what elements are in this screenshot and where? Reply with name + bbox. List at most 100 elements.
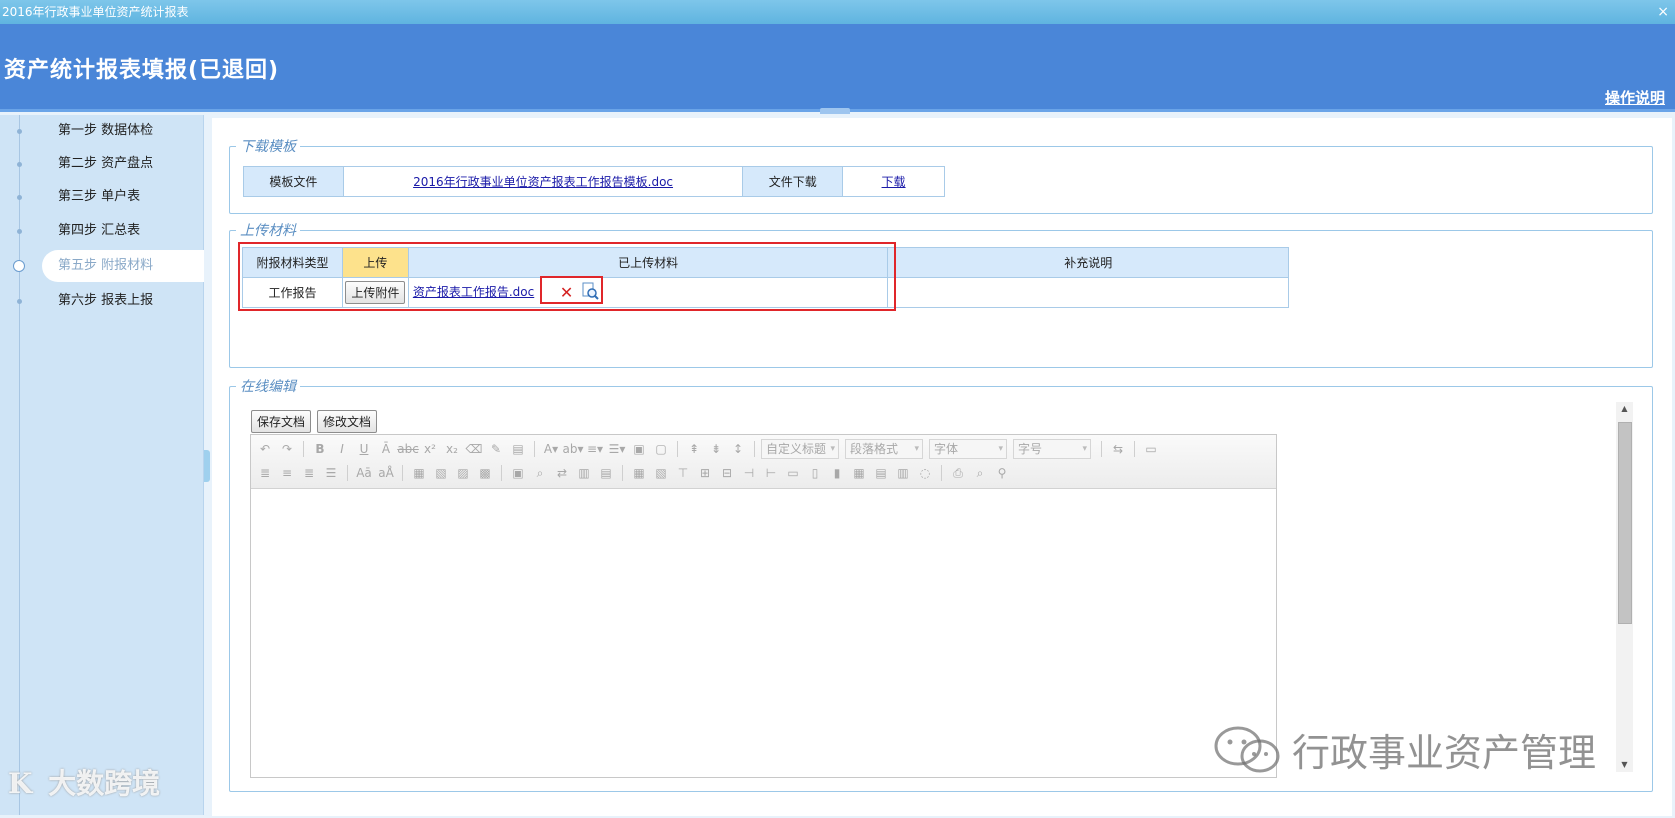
- remove-format-icon[interactable]: ⌫: [464, 439, 484, 459]
- subscript-icon[interactable]: x₂: [442, 439, 462, 459]
- unordered-list-icon[interactable]: ☰▾: [607, 439, 627, 459]
- italic-icon[interactable]: I: [332, 439, 352, 459]
- template-file-label: 模板文件: [243, 166, 344, 197]
- font-border-icon[interactable]: Ā: [376, 439, 396, 459]
- highlight-color-icon[interactable]: ab▾: [563, 439, 584, 459]
- image-center-icon[interactable]: ▩: [475, 463, 495, 483]
- superscript-icon[interactable]: x²: [420, 439, 440, 459]
- align-justify-icon[interactable]: ☰: [321, 463, 341, 483]
- scroll-down-icon[interactable]: ▼: [1616, 758, 1633, 772]
- delete-table-icon[interactable]: ▧: [651, 463, 671, 483]
- font-family-select[interactable]: 字体: [929, 439, 1007, 459]
- step-label: 第二步 资产盘点: [58, 156, 154, 171]
- step-dot-icon: [17, 229, 22, 234]
- account-name: 行政事业资产管理: [1292, 731, 1597, 775]
- direction-icon[interactable]: ⇆: [1108, 439, 1128, 459]
- image-right-icon[interactable]: ▨: [453, 463, 473, 483]
- redo-icon[interactable]: ↷: [277, 439, 297, 459]
- sidebar-step-2[interactable]: 第二步 资产盘点: [0, 148, 204, 180]
- merge-down-icon[interactable]: ▮: [827, 463, 847, 483]
- header-collapse-handle[interactable]: [820, 108, 850, 114]
- brand-watermark: K 大数跨境: [8, 762, 160, 802]
- merge-right-icon[interactable]: ▯: [805, 463, 825, 483]
- strikethrough-icon[interactable]: abc: [397, 439, 419, 459]
- sidebar-step-3[interactable]: 第三步 单户表: [0, 181, 204, 213]
- font-size-select[interactable]: 字号: [1013, 439, 1091, 459]
- step-label: 第五步 附报材料: [58, 258, 154, 273]
- help-link[interactable]: 操作说明: [1605, 87, 1665, 108]
- step-label: 第四步 汇总表: [58, 223, 141, 238]
- brand-mark-logo: K: [8, 767, 33, 800]
- step-dot-icon: [17, 162, 22, 167]
- custom-heading-select[interactable]: 自定义标题: [761, 439, 839, 459]
- link-icon[interactable]: ⇄: [552, 463, 572, 483]
- insert-para-before-table-icon[interactable]: ⊤: [673, 463, 693, 483]
- select-all-icon[interactable]: ▣: [629, 439, 649, 459]
- split-cols-icon[interactable]: ▥: [893, 463, 913, 483]
- save-document-button[interactable]: 保存文档: [251, 410, 312, 433]
- find-replace-icon[interactable]: ⚲: [992, 463, 1012, 483]
- preview-search-icon[interactable]: ⌕: [970, 463, 990, 483]
- merge-cells-icon[interactable]: ▭: [783, 463, 803, 483]
- sidebar-step-6[interactable]: 第六步 报表上报: [0, 285, 204, 317]
- print-icon[interactable]: ⎙: [948, 463, 968, 483]
- insert-col-icon[interactable]: ⊣: [739, 463, 759, 483]
- wechat-icon: [1214, 726, 1280, 772]
- fullscreen-icon[interactable]: ▭: [1141, 439, 1161, 459]
- to-lowercase-icon[interactable]: aÅ: [376, 463, 396, 483]
- align-left-icon[interactable]: ≣: [255, 463, 275, 483]
- row-spacing-bottom-icon[interactable]: ⇟: [706, 439, 726, 459]
- close-icon[interactable]: ×: [1657, 0, 1669, 24]
- col-header-note: 补充说明: [887, 247, 1289, 278]
- image-left-icon[interactable]: ▧: [431, 463, 451, 483]
- attachment-icon[interactable]: ⌕: [530, 463, 550, 483]
- align-right-icon[interactable]: ≣: [299, 463, 319, 483]
- page-header: 资产统计报表填报(已退回) 操作说明: [0, 24, 1675, 114]
- rich-text-editor: ↶ ↷ B I U Ā abc x² x₂ ⌫ ✎ ▤ A▾ ab▾ ≡▾ ☰▾…: [250, 434, 1277, 778]
- template-file-link[interactable]: 2016年行政事业单位资产报表工作报告模板.doc: [342, 166, 744, 197]
- insert-code-icon[interactable]: ▤: [596, 463, 616, 483]
- scroll-up-icon[interactable]: ▲: [1616, 402, 1633, 416]
- split-cells-icon[interactable]: ▦: [849, 463, 869, 483]
- sidebar-step-4[interactable]: 第四步 汇总表: [0, 215, 204, 247]
- image-none-icon[interactable]: ▦: [409, 463, 429, 483]
- note-cell: [887, 277, 1289, 308]
- underline-icon[interactable]: U: [354, 439, 374, 459]
- insert-frame-icon[interactable]: ▥: [574, 463, 594, 483]
- font-color-icon[interactable]: A▾: [541, 439, 561, 459]
- insert-image-icon[interactable]: ▣: [508, 463, 528, 483]
- editor-toolbar: ↶ ↷ B I U Ā abc x² x₂ ⌫ ✎ ▤ A▾ ab▾ ≡▾ ☰▾…: [251, 435, 1276, 489]
- background-icon[interactable]: ◌: [915, 463, 935, 483]
- step-label: 第三步 单户表: [58, 189, 141, 204]
- download-link[interactable]: 下载: [842, 166, 945, 197]
- document-actions: 保存文档 修改文档: [251, 410, 378, 433]
- step-label: 第一步 数据体检: [58, 123, 154, 138]
- delete-row-icon[interactable]: ⊟: [717, 463, 737, 483]
- format-painter-icon[interactable]: ✎: [486, 439, 506, 459]
- to-uppercase-icon[interactable]: Aā: [354, 463, 374, 483]
- window-title: 2016年行政事业单位资产统计报表: [2, 5, 189, 19]
- sidebar-step-1[interactable]: 第一步 数据体检: [0, 115, 204, 147]
- sidebar-step-5-active[interactable]: 第五步 附报材料: [13, 250, 204, 282]
- scroll-thumb[interactable]: [1618, 422, 1632, 624]
- align-center-icon[interactable]: ≡: [277, 463, 297, 483]
- split-rows-icon[interactable]: ▤: [871, 463, 891, 483]
- modify-document-button[interactable]: 修改文档: [317, 410, 378, 433]
- undo-icon[interactable]: ↶: [255, 439, 275, 459]
- editor-scrollbar[interactable]: ▲ ▼: [1616, 402, 1633, 772]
- step-label: 第六步 报表上报: [58, 293, 154, 308]
- insert-row-icon[interactable]: ⊞: [695, 463, 715, 483]
- clear-doc-icon[interactable]: ▢: [651, 439, 671, 459]
- insert-table-icon[interactable]: ▦: [629, 463, 649, 483]
- auto-typeset-icon[interactable]: ▤: [508, 439, 528, 459]
- bold-icon[interactable]: B: [310, 439, 330, 459]
- row-spacing-top-icon[interactable]: ⇞: [684, 439, 704, 459]
- sidebar-collapse-handle[interactable]: [204, 450, 210, 482]
- template-table: 模板文件 2016年行政事业单位资产报表工作报告模板.doc 文件下载 下载: [243, 166, 945, 197]
- download-template-legend: 下载模板: [240, 139, 296, 155]
- page-title: 资产统计报表填报(已退回): [4, 58, 280, 83]
- line-height-icon[interactable]: ↕: [728, 439, 748, 459]
- ordered-list-icon[interactable]: ≡▾: [585, 439, 605, 459]
- paragraph-format-select[interactable]: 段落格式: [845, 439, 923, 459]
- delete-col-icon[interactable]: ⊢: [761, 463, 781, 483]
